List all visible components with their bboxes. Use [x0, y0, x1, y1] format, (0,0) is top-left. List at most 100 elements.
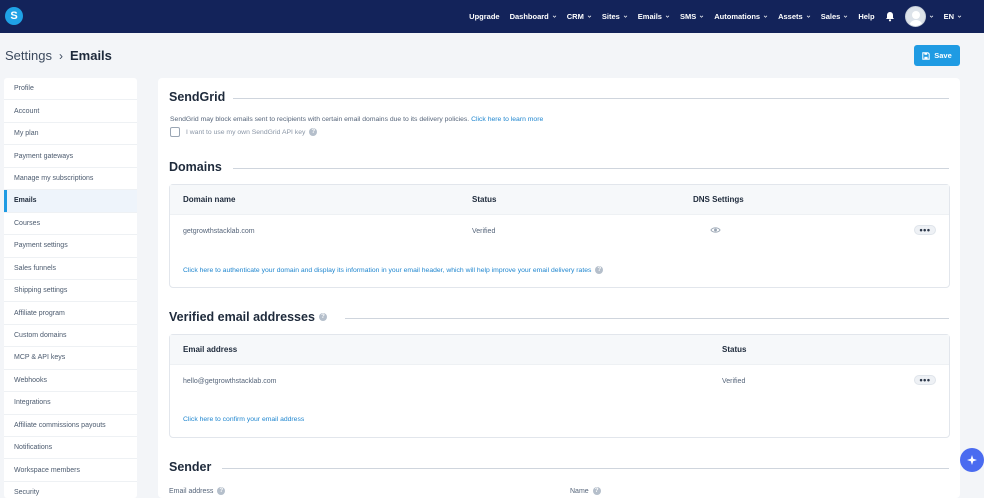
- breadcrumb-parent[interactable]: Settings: [5, 48, 52, 63]
- chevron-down-icon: [665, 15, 670, 18]
- nav-automations[interactable]: Automations: [714, 12, 768, 21]
- info-icon[interactable]: ?: [217, 487, 226, 495]
- info-icon[interactable]: ?: [592, 487, 601, 495]
- nav-emails[interactable]: Emails: [638, 12, 670, 21]
- save-button[interactable]: Save: [914, 45, 960, 66]
- sidebar-item-shipping-settings[interactable]: Shipping settings: [4, 280, 137, 303]
- nav-crm[interactable]: CRM: [567, 12, 592, 21]
- sidebar-item-custom-domains[interactable]: Custom domains: [4, 325, 137, 348]
- sidebar-item-payment-settings[interactable]: Payment settings: [4, 235, 137, 258]
- divider: [222, 468, 949, 469]
- sidebar-item-security[interactable]: Security: [4, 482, 137, 498]
- nav-assets-label: Assets: [778, 12, 803, 21]
- col-email-address: Email address: [183, 345, 238, 354]
- nav-upgrade[interactable]: Upgrade: [469, 12, 499, 21]
- domain-name-cell: getgrowthstacklab.com: [183, 228, 255, 235]
- nav-emails-label: Emails: [637, 12, 662, 21]
- chevron-down-icon: [844, 15, 848, 18]
- divider: [233, 168, 949, 169]
- nav-sms[interactable]: SMS: [680, 12, 704, 21]
- chevron-down-icon: [957, 15, 962, 18]
- nav-upgrade-label: Upgrade: [469, 12, 500, 21]
- sendgrid-description: SendGrid may block emails sent to recipi…: [170, 116, 470, 123]
- nav-sales[interactable]: Sales: [821, 12, 849, 21]
- verified-emails-table-header: Email address Status: [170, 335, 949, 365]
- sidebar-item-profile[interactable]: Profile: [4, 78, 137, 101]
- col-status: Status: [472, 195, 497, 204]
- sidebar-item-affiliate-program[interactable]: Affiliate program: [4, 302, 137, 325]
- col-dns-settings: DNS Settings: [693, 195, 744, 204]
- chevron-down-icon: [552, 15, 557, 18]
- language-label: EN: [943, 12, 954, 21]
- sidebar-item-manage-subscriptions[interactable]: Manage my subscriptions: [4, 168, 137, 191]
- nav-assets[interactable]: Assets: [778, 12, 811, 21]
- settings-sidebar: Profile Account My plan Payment gateways…: [4, 78, 137, 498]
- chevron-down-icon: [763, 15, 768, 18]
- domains-table-header: Domain name Status DNS Settings: [170, 185, 949, 215]
- domain-status-cell: Verified: [472, 228, 496, 235]
- nav-sms-label: SMS: [679, 12, 697, 21]
- nav-crm-label: CRM: [566, 12, 584, 21]
- avatar[interactable]: [904, 6, 926, 27]
- chevron-down-icon[interactable]: [929, 14, 934, 19]
- nav-sites-label: Sites: [601, 12, 620, 21]
- sender-name-label: Name: [570, 487, 589, 495]
- page-title: Emails: [69, 48, 112, 63]
- sidebar-item-mcp-api-keys[interactable]: MCP & API keys: [4, 347, 137, 370]
- verified-emails-title-text: Verified email addresses: [169, 310, 315, 324]
- nav-dashboard-label: Dashboard: [509, 12, 549, 21]
- app-logo[interactable]: S: [5, 7, 23, 25]
- nav-sales-label: Sales: [820, 12, 841, 21]
- sidebar-item-payment-gateways[interactable]: Payment gateways: [4, 145, 137, 168]
- email-address-cell: hello@getgrowthstacklab.com: [183, 378, 277, 385]
- sidebar-item-affiliate-payouts[interactable]: Affiliate commissions payouts: [4, 415, 137, 437]
- authenticate-domain-link[interactable]: Click here to authenticate your domain a…: [183, 267, 591, 274]
- info-icon[interactable]: ?: [595, 266, 604, 274]
- save-button-label: Save: [934, 51, 952, 60]
- domains-table: Domain name Status DNS Settings getgrowt…: [169, 184, 950, 288]
- nav-help[interactable]: Help: [858, 12, 874, 21]
- info-icon[interactable]: ?: [309, 128, 318, 136]
- divider: [233, 98, 949, 99]
- nav-sites[interactable]: Sites: [602, 12, 628, 21]
- chevron-down-icon: [700, 15, 704, 18]
- chevron-down-icon: [587, 15, 592, 18]
- sendgrid-title: SendGrid: [169, 90, 226, 104]
- chevron-down-icon: [623, 15, 628, 18]
- sidebar-item-sales-funnels[interactable]: Sales funnels: [4, 258, 137, 280]
- col-status: Status: [722, 345, 747, 354]
- language-selector[interactable]: EN: [944, 12, 962, 21]
- sparkle-icon: [967, 455, 977, 465]
- top-navbar: S Upgrade Dashboard CRM Sites Emails SMS…: [0, 0, 984, 33]
- sidebar-item-webhooks[interactable]: Webhooks: [4, 370, 137, 393]
- nav-automations-label: Automations: [714, 12, 761, 21]
- sender-email-label: Email address: [169, 487, 214, 495]
- info-icon[interactable]: ?: [318, 313, 327, 321]
- chevron-right-icon: ›: [58, 48, 63, 63]
- own-api-key-row: I want to use my own SendGrid API key ?: [186, 128, 318, 136]
- sender-email-label-row: Email address ?: [169, 487, 226, 495]
- own-api-key-checkbox[interactable]: [170, 127, 180, 137]
- nav-help-label: Help: [858, 12, 875, 21]
- sidebar-item-account[interactable]: Account: [4, 100, 137, 123]
- sidebar-item-notifications[interactable]: Notifications: [4, 437, 137, 460]
- learn-more-link[interactable]: Click here to learn more: [471, 116, 543, 123]
- chevron-down-icon: [806, 15, 810, 18]
- sidebar-item-integrations[interactable]: Integrations: [4, 392, 137, 415]
- nav-dashboard[interactable]: Dashboard: [510, 12, 557, 21]
- domain-more-button[interactable]: •••: [914, 225, 936, 235]
- save-icon: [922, 51, 930, 60]
- sidebar-item-my-plan[interactable]: My plan: [4, 123, 137, 146]
- sidebar-item-courses[interactable]: Courses: [4, 213, 137, 236]
- sidebar-item-workspace-members[interactable]: Workspace members: [4, 459, 137, 482]
- sidebar-item-emails[interactable]: Emails: [4, 190, 137, 213]
- domains-title: Domains: [169, 160, 222, 174]
- sender-name-label-row: Name ?: [570, 487, 601, 495]
- bell-icon[interactable]: [885, 11, 895, 22]
- ai-assistant-button[interactable]: [960, 448, 984, 472]
- verified-emails-title: Verified email addresses ?: [169, 310, 327, 324]
- breadcrumb: Settings › Emails: [5, 48, 112, 63]
- confirm-email-link[interactable]: Click here to confirm your email address: [183, 416, 304, 423]
- eye-icon[interactable]: [710, 226, 721, 234]
- email-more-button[interactable]: •••: [914, 375, 936, 385]
